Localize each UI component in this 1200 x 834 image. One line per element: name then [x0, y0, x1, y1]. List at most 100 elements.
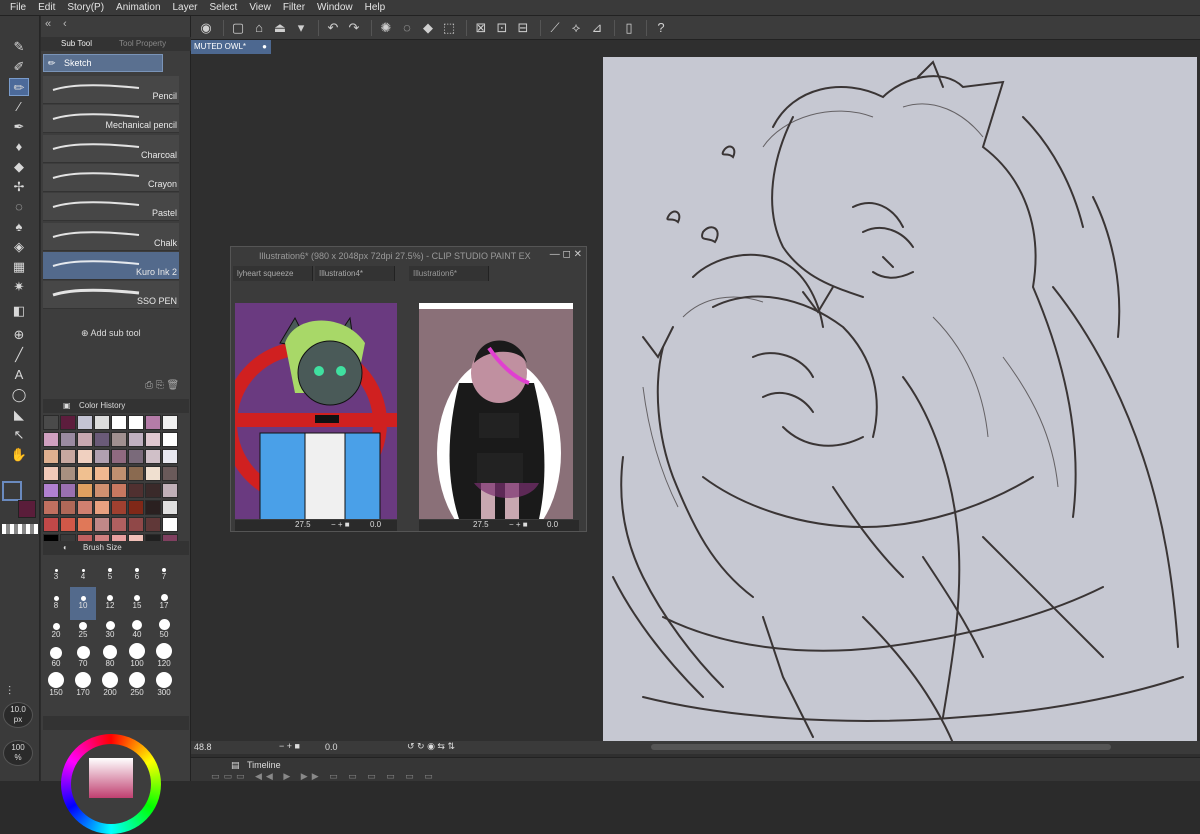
color-swatch[interactable] [43, 432, 59, 447]
fill-selection-icon[interactable]: ◆ [419, 19, 437, 37]
color-swatch[interactable] [77, 449, 93, 464]
color-swatch[interactable] [128, 415, 144, 430]
color-swatch[interactable] [43, 449, 59, 464]
correct-line-icon[interactable]: ↖ [9, 426, 29, 444]
brush-item-crayon[interactable]: Crayon [43, 163, 179, 192]
brush-item-chalk[interactable]: Chalk [43, 222, 179, 251]
menu-window[interactable]: Window [317, 2, 353, 13]
brush-item-pencil[interactable]: Pencil [43, 76, 179, 104]
color-swatch[interactable] [128, 483, 144, 498]
drawing-canvas[interactable] [603, 57, 1197, 743]
settings-sliders-icon[interactable]: ⫶ [8, 684, 11, 699]
color-swatch[interactable] [60, 500, 76, 515]
snap-grid-icon[interactable]: ⊿ [588, 19, 606, 37]
brush-size-option[interactable]: 250 [124, 672, 150, 707]
color-swatch[interactable] [77, 415, 93, 430]
color-swatch[interactable] [111, 500, 127, 515]
color-swatch[interactable] [145, 432, 161, 447]
move-icon[interactable]: ✢ [9, 178, 29, 196]
horizontal-scrollbar[interactable] [651, 744, 1111, 750]
subtool-footer-icons[interactable]: ⎙ ⎘ 🗑 [145, 380, 179, 391]
color-swatch[interactable] [60, 483, 76, 498]
open-file-icon[interactable]: ⌂ [250, 19, 268, 37]
color-swatch[interactable] [111, 432, 127, 447]
color-swatch[interactable] [60, 432, 76, 447]
color-swatch[interactable] [128, 466, 144, 481]
color-swatch[interactable] [145, 449, 161, 464]
preview-illustration6[interactable] [419, 303, 573, 519]
brush-size-option[interactable]: 170 [70, 672, 96, 707]
tab-sub-tool[interactable]: Sub Tool [61, 39, 92, 48]
marker-tool-icon[interactable]: ✐ [9, 58, 29, 76]
eyedropper-icon[interactable]: ⁄ [9, 98, 29, 116]
color-swatch[interactable] [43, 466, 59, 481]
color-swatch[interactable] [60, 449, 76, 464]
deselect-icon[interactable]: ⊠ [472, 19, 490, 37]
color-swatch[interactable] [94, 517, 110, 532]
color-swatch[interactable] [94, 483, 110, 498]
color-swatch[interactable] [128, 449, 144, 464]
eraser-icon[interactable]: ◆ [9, 158, 29, 176]
tab-close-dot-icon[interactable]: ● [262, 40, 267, 54]
text-icon[interactable]: A [9, 366, 29, 384]
main-color-swatch[interactable] [2, 481, 22, 501]
color-swatch[interactable] [128, 432, 144, 447]
color-swatch[interactable] [94, 466, 110, 481]
device-icon[interactable]: ▯ [620, 19, 638, 37]
timeline-controls-icon[interactable]: ▭▭▭ ◀◀ ▶ ▶▶ ▭ ▭ ▭ ▭ ▭ ▭ [211, 771, 437, 782]
color-swatch[interactable] [145, 500, 161, 515]
color-swatch[interactable] [111, 483, 127, 498]
color-swatch[interactable] [111, 415, 127, 430]
color-swatch[interactable] [60, 517, 76, 532]
left-angle-value[interactable]: 0.0 [370, 520, 381, 529]
operation-icon[interactable]: ⊕ [9, 326, 29, 344]
invert-selection-icon[interactable]: ⊡ [493, 19, 511, 37]
color-swatch[interactable] [145, 466, 161, 481]
zoom-controls-icon[interactable]: − + ■ [279, 741, 300, 751]
brush-item-pastel[interactable]: Pastel [43, 193, 179, 222]
color-swatch[interactable] [162, 432, 178, 447]
menu-filter[interactable]: Filter [283, 2, 305, 13]
menu-animation[interactable]: Animation [116, 2, 160, 13]
hand-icon[interactable]: ✋ [9, 446, 29, 464]
color-swatch[interactable] [77, 432, 93, 447]
right-angle-value[interactable]: 0.0 [547, 520, 558, 529]
menu-edit[interactable]: Edit [38, 2, 55, 13]
brush-size-option[interactable]: 200 [97, 672, 123, 707]
rotate-controls-icon[interactable]: ↺ ↻ ◉ ⇆ ⇅ [407, 741, 455, 752]
pencil-tool-icon[interactable]: ✏ [9, 78, 29, 96]
window-controls-icon[interactable]: — ◻ ✕ [550, 249, 582, 260]
airbrush-icon[interactable]: ♦ [9, 138, 29, 156]
gradient-icon[interactable]: ◧ [9, 302, 29, 320]
grid-icon[interactable]: ▦ [9, 258, 29, 276]
color-swatch[interactable] [77, 500, 93, 515]
doc-tab-muted-owl[interactable]: MUTED OWL* ● [191, 40, 271, 54]
color-swatch[interactable] [111, 449, 127, 464]
brush-item-kuro-ink-2[interactable]: Kuro Ink 2 [43, 251, 179, 280]
sub-window-title[interactable]: Illustration6* (980 x 2048px 72dpi 27.5%… [231, 247, 586, 265]
color-swatch[interactable] [162, 466, 178, 481]
line-icon[interactable]: ╱ [9, 346, 29, 364]
undo-icon[interactable]: ↶ [324, 19, 342, 37]
snap-ruler-icon[interactable]: ⟋ [546, 19, 564, 37]
canvas-angle-value[interactable]: 0.0 [325, 742, 338, 752]
pen-nib-icon[interactable]: ✒ [9, 118, 29, 136]
color-swatch[interactable] [162, 449, 178, 464]
canvas-zoom-value[interactable]: 48.8 [194, 742, 212, 752]
color-swatch[interactable] [111, 466, 127, 481]
redo-icon[interactable]: ↷ [345, 19, 363, 37]
ruler-icon[interactable]: ◣ [9, 406, 29, 424]
color-swatch[interactable] [43, 500, 59, 515]
pen-tool-icon[interactable]: ✎ [9, 38, 29, 56]
tab-tool-property[interactable]: Tool Property [119, 39, 166, 48]
color-wheel-header[interactable] [43, 716, 189, 730]
fill-icon[interactable]: ◈ [9, 238, 29, 256]
color-swatch[interactable] [162, 500, 178, 515]
sub-color-swatch[interactable] [18, 500, 36, 518]
menu-help[interactable]: Help [365, 2, 386, 13]
color-history-header[interactable]: ▣ Color History [43, 399, 189, 413]
color-swatch[interactable] [43, 415, 59, 430]
menu-storyp[interactable]: Story(P) [67, 2, 104, 13]
back-arrow-icon[interactable]: ‹ [63, 18, 67, 30]
menu-layer[interactable]: Layer [173, 2, 198, 13]
